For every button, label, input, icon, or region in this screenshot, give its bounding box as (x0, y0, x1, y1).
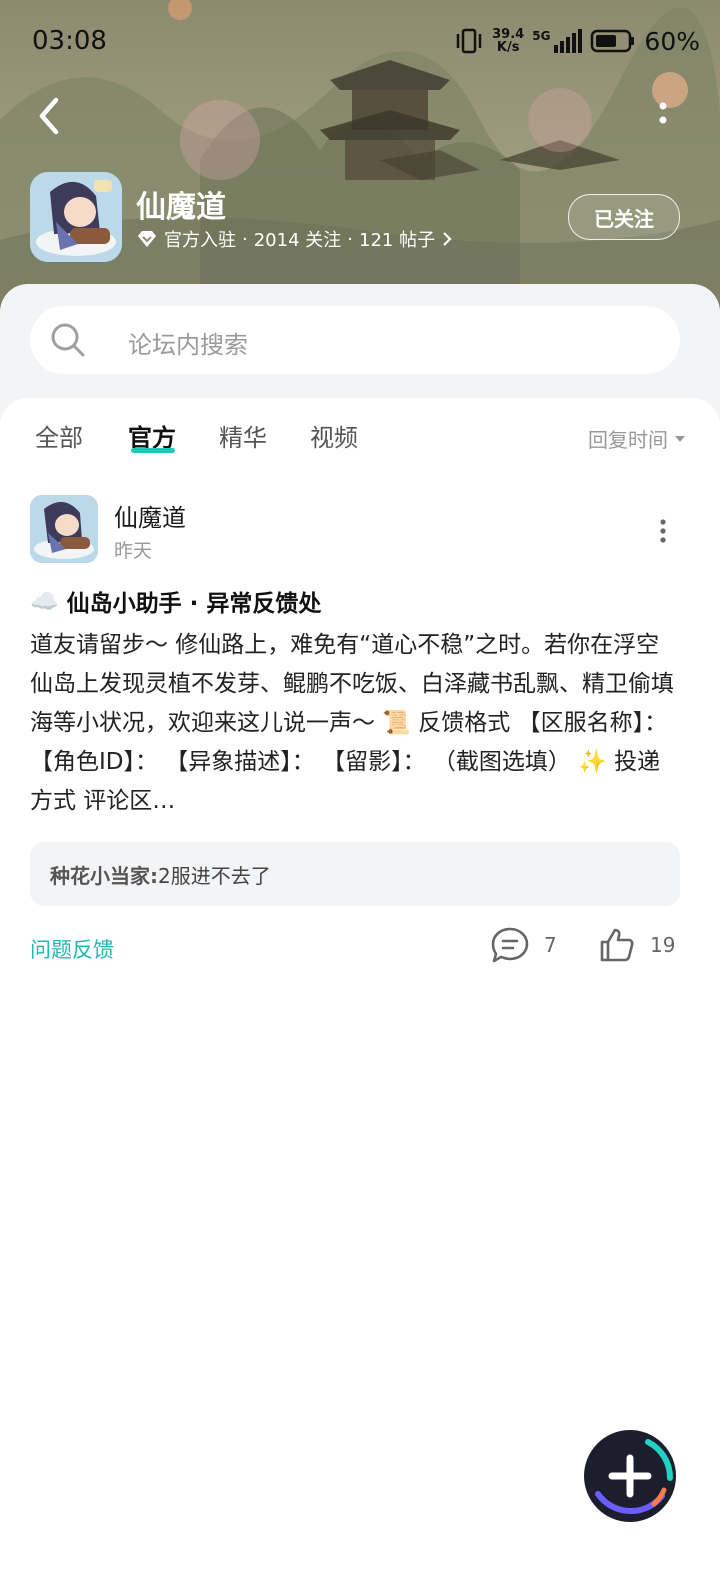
cloud-icon: ☁️ (30, 588, 59, 615)
vibrate-icon (456, 28, 482, 54)
post-list-panel: 全部 官方 精华 视频 回复时间 仙魔道 昨天 ☁️ 仙岛小助手 · 异常反馈处… (0, 398, 720, 1588)
comment-count: 7 (544, 933, 557, 957)
search-input[interactable]: 论坛内搜索 (30, 306, 680, 374)
post-title-text: 仙岛小助手 · 异常反馈处 (66, 591, 322, 617)
signal-icon: 5G (532, 29, 583, 53)
post-excerpt[interactable]: 道友请留步～ 修仙路上，难免有“道心不稳”之时。若你在浮空仙岛上发现灵植不发芽、… (30, 626, 680, 821)
battery-icon (591, 29, 635, 53)
search-icon (51, 323, 85, 357)
post-author-avatar[interactable] (30, 495, 98, 563)
tab-all[interactable]: 全部 (35, 418, 83, 453)
tab-featured[interactable]: 精华 (219, 418, 267, 453)
comment-button[interactable]: 7 (490, 926, 557, 964)
post-author-name[interactable]: 仙魔道 (114, 498, 186, 533)
forum-name: 仙魔道 (136, 190, 226, 225)
post-count: 121 帖子 (359, 230, 436, 251)
search-placeholder: 论坛内搜索 (128, 331, 248, 359)
comment-icon (491, 927, 529, 963)
top-reply[interactable]: 种花小当家: 2服进不去了 (30, 842, 680, 906)
chevron-right-icon (443, 232, 452, 246)
create-post-button[interactable] (578, 1428, 682, 1524)
reply-user: 种花小当家: (50, 863, 158, 888)
like-button[interactable]: 19 (598, 926, 675, 964)
sort-label: 回复时间 (588, 428, 668, 452)
meta-separator: · (347, 228, 353, 250)
forum-header-banner: 03:08 39.4 K/s 5G 60% 仙魔道 官方入驻 · 2014 关注… (0, 0, 720, 330)
post-more-icon[interactable] (656, 518, 670, 544)
content-sheet: 论坛内搜索 全部 官方 精华 视频 回复时间 仙魔道 昨天 ☁️ 仙岛小助手 ·… (0, 284, 720, 1588)
meta-separator: · (242, 228, 248, 250)
forum-avatar[interactable] (30, 172, 122, 262)
post-title[interactable]: ☁️ 仙岛小助手 · 异常反馈处 (30, 584, 321, 618)
back-icon[interactable] (30, 92, 70, 140)
clock: 03:08 (32, 26, 107, 56)
more-vert-icon[interactable] (650, 96, 676, 136)
sort-caret-icon (675, 435, 685, 442)
game-character-art (30, 495, 98, 563)
net-speed: 39.4 K/s (492, 27, 525, 55)
status-icons: 39.4 K/s 5G 60% (454, 22, 700, 60)
active-tab-indicator (131, 448, 175, 453)
like-icon (600, 928, 634, 962)
game-character-art (30, 172, 122, 262)
verified-diamond-icon (138, 231, 156, 247)
follow-button[interactable]: 已关注 (568, 194, 680, 240)
filter-tabs: 全部 官方 精华 视频 回复时间 (0, 398, 720, 478)
sort-dropdown[interactable]: 回复时间 (588, 424, 686, 453)
status-bar: 03:08 39.4 K/s 5G 60% (0, 0, 720, 84)
tab-video[interactable]: 视频 (310, 418, 358, 453)
post-topic-tag[interactable]: 问题反馈 (30, 934, 114, 964)
follow-count: 2014 关注 (253, 230, 342, 251)
official-label: 官方入驻 (164, 230, 236, 251)
battery-percent: 60% (644, 26, 700, 56)
post-time: 昨天 (114, 540, 153, 562)
like-count: 19 (650, 933, 676, 957)
forum-meta[interactable]: 官方入驻 · 2014 关注 · 121 帖子 (136, 226, 453, 252)
reply-text: 2服进不去了 (158, 863, 271, 888)
